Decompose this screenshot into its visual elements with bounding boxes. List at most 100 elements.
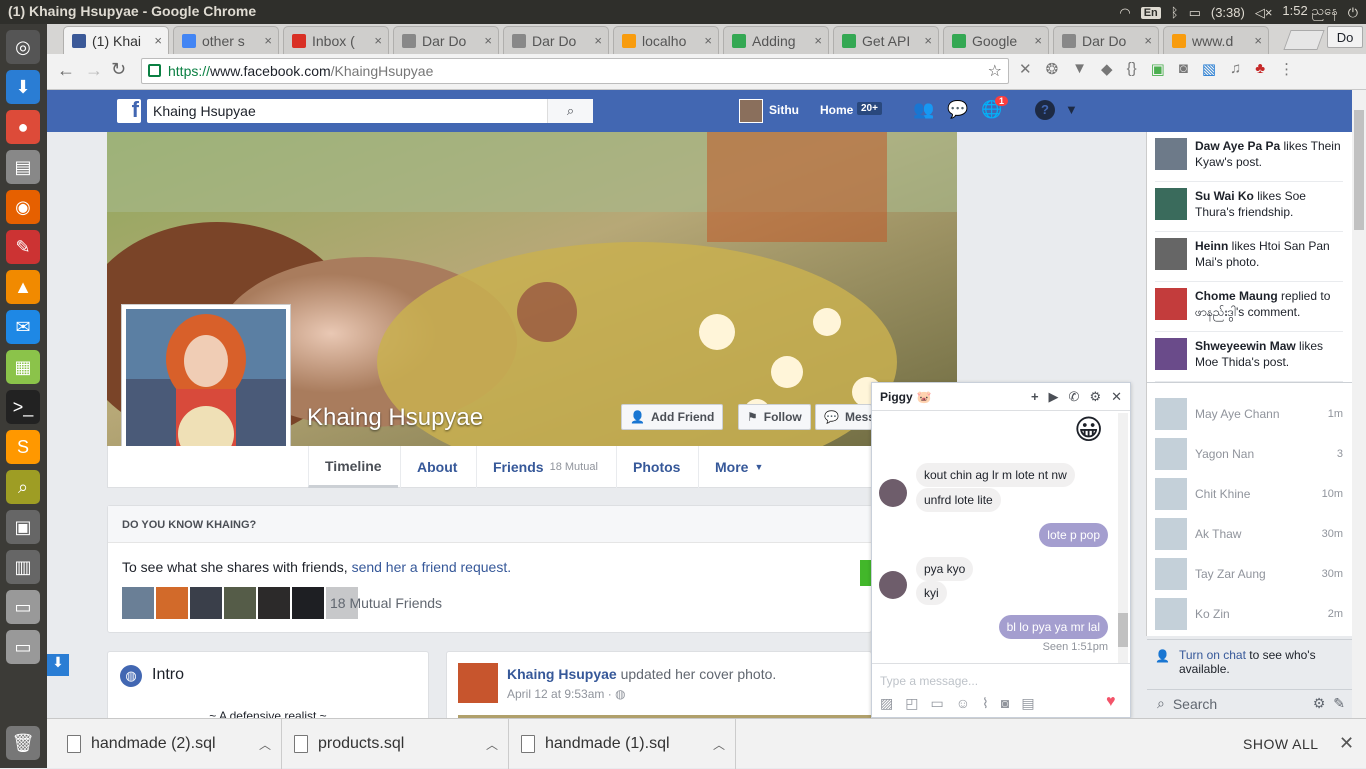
- chat-message[interactable]: bl lo pya ya mr lal: [998, 615, 1108, 639]
- ticker-item[interactable]: Daw Aye Pa Pa likes Thein Kyaw's post.: [1155, 132, 1343, 182]
- extension-json-icon[interactable]: {}: [1127, 60, 1137, 78]
- ticker-name[interactable]: Heinn: [1195, 239, 1228, 253]
- avatar[interactable]: [1155, 338, 1187, 370]
- like-heart-icon[interactable]: ♥: [1106, 693, 1116, 711]
- extension-blue-icon[interactable]: ▧: [1202, 60, 1216, 78]
- nav-user-name[interactable]: Sithu: [769, 103, 799, 117]
- search-tool-icon[interactable]: ⌕: [6, 470, 40, 504]
- chat-user[interactable]: May Aye Chann 1m: [1155, 395, 1343, 433]
- chat-message[interactable]: kyi: [916, 581, 947, 605]
- close-icon[interactable]: ×: [704, 33, 712, 48]
- download-arrow-icon[interactable]: ⬇: [47, 654, 69, 676]
- extension-swirl-icon[interactable]: ❂: [1046, 60, 1059, 78]
- chevron-up-icon[interactable]: ︿: [713, 736, 725, 753]
- bookmark-star-icon[interactable]: ☆: [988, 61, 1002, 81]
- archive-icon[interactable]: ▣: [6, 510, 40, 544]
- turn-on-chat-link[interactable]: Turn on chat: [1179, 648, 1246, 662]
- clipboard-icon[interactable]: ▤: [1021, 695, 1034, 712]
- trash-icon[interactable]: 🗑: [6, 726, 40, 760]
- chat-message[interactable]: unfrd lote lite: [916, 488, 1001, 512]
- chat-message[interactable]: kout chin ag lr m lote nt nw: [916, 463, 1075, 487]
- sublime-icon[interactable]: S: [6, 430, 40, 464]
- add-friend-button[interactable]: 👤 Add Friend: [621, 404, 724, 430]
- avatar[interactable]: [122, 587, 154, 619]
- ticker-name[interactable]: Su Wai Ko: [1195, 189, 1254, 203]
- close-icon[interactable]: ×: [1034, 33, 1042, 48]
- close-icon[interactable]: ×: [814, 33, 822, 48]
- ticker-item[interactable]: Su Wai Ko likes Soe Thura's friendship.: [1155, 182, 1343, 232]
- browser-tab[interactable]: other s ×: [173, 26, 279, 54]
- back-icon[interactable]: ←: [57, 60, 75, 81]
- browser-tab[interactable]: Get API ×: [833, 26, 939, 54]
- ticker-name[interactable]: Chome Maung: [1195, 289, 1278, 303]
- tab-timeline[interactable]: Timeline: [308, 446, 398, 488]
- extension-camera-icon[interactable]: ◙: [1179, 60, 1188, 78]
- message-button[interactable]: 💬 Mess: [815, 404, 872, 430]
- ticker-item[interactable]: Heinn likes Htoi San Pan Mai's photo.: [1155, 232, 1343, 282]
- avatar[interactable]: [156, 587, 188, 619]
- extension-x-icon[interactable]: ✕: [1019, 60, 1032, 78]
- ticker-name[interactable]: Daw Aye Pa Pa: [1195, 139, 1280, 153]
- download-item[interactable]: handmade (1).sql ︿: [521, 719, 736, 769]
- camera-icon[interactable]: ◙: [1001, 695, 1009, 712]
- avatar[interactable]: [458, 663, 498, 703]
- help-icon[interactable]: ?: [1035, 100, 1055, 120]
- chrome-icon[interactable]: ●: [6, 110, 40, 144]
- browser-tab[interactable]: (1) Khai ×: [63, 26, 169, 54]
- chat-search-input[interactable]: ⌕ Search ⚙ ✎: [1147, 689, 1353, 717]
- extension-mic-icon[interactable]: ♫: [1230, 60, 1241, 78]
- chat-user[interactable]: Ko Zin 2m: [1155, 595, 1343, 633]
- extension-layers-icon[interactable]: ◆: [1101, 60, 1113, 78]
- avatar[interactable]: [258, 587, 290, 619]
- vlc-icon[interactable]: ▲: [6, 270, 40, 304]
- dash-icon[interactable]: ◎: [6, 30, 40, 64]
- download-item[interactable]: products.sql ︿: [294, 719, 509, 769]
- profile-button[interactable]: Do: [1327, 26, 1363, 48]
- drive-icon[interactable]: ▭: [6, 590, 40, 624]
- avatar[interactable]: [190, 587, 222, 619]
- photo-icon[interactable]: ▨: [880, 695, 893, 712]
- wifi-icon[interactable]: ◠: [1119, 5, 1130, 21]
- chevron-up-icon[interactable]: ︿: [486, 736, 498, 753]
- workspace-icon[interactable]: ▥: [6, 550, 40, 584]
- avatar[interactable]: [879, 571, 907, 599]
- close-icon[interactable]: ✕: [1339, 733, 1354, 754]
- gif-icon[interactable]: ▭: [930, 695, 943, 712]
- chat-scrollbar[interactable]: [1118, 413, 1128, 663]
- messenger-icon[interactable]: ✉: [6, 310, 40, 344]
- chat-title[interactable]: Piggy: [880, 390, 913, 404]
- avatar[interactable]: [739, 99, 763, 123]
- new-tab-button[interactable]: [1283, 30, 1325, 50]
- extension-green-icon[interactable]: ▣: [1151, 60, 1165, 78]
- chat-user[interactable]: Tay Zar Aung 30m: [1155, 555, 1343, 593]
- tab-more[interactable]: More ▼: [698, 446, 779, 488]
- monitor-icon[interactable]: ▦: [6, 350, 40, 384]
- avatar[interactable]: [224, 587, 256, 619]
- close-icon[interactable]: ×: [154, 33, 162, 48]
- reload-icon[interactable]: ↻: [111, 59, 126, 80]
- sticker-icon[interactable]: ◰: [905, 695, 918, 712]
- settings-icon[interactable]: ✎: [6, 230, 40, 264]
- gear-icon[interactable]: ⚙: [1313, 695, 1326, 712]
- close-icon[interactable]: ×: [594, 33, 602, 48]
- phone-icon[interactable]: ✆: [1069, 389, 1080, 405]
- chat-user[interactable]: Yagon Nan 3: [1155, 435, 1343, 473]
- close-icon[interactable]: ×: [264, 33, 272, 48]
- post-time[interactable]: April 12 at 9:53am · ◍: [507, 687, 626, 701]
- keyboard-indicator[interactable]: En: [1140, 6, 1161, 19]
- downloads-icon[interactable]: ⬇: [6, 70, 40, 104]
- nav-home[interactable]: Home: [820, 103, 853, 117]
- power-icon[interactable]: ⏻: [1348, 5, 1358, 21]
- mutual-friends-count[interactable]: 18 Mutual Friends: [330, 595, 442, 611]
- ticker-item[interactable]: Chome Maung replied to ဖာနည်းဒွါ's comme…: [1155, 282, 1343, 332]
- chat-message[interactable]: lote p pop: [1039, 523, 1108, 547]
- download-item[interactable]: handmade (2).sql ︿: [67, 719, 282, 769]
- avatar[interactable]: [1155, 138, 1187, 170]
- forward-icon[interactable]: →: [85, 60, 103, 81]
- chevron-up-icon[interactable]: ︿: [259, 736, 271, 753]
- video-call-icon[interactable]: ▶: [1049, 389, 1059, 405]
- files-icon[interactable]: ▤: [6, 150, 40, 184]
- scroll-thumb[interactable]: [1354, 110, 1364, 230]
- volume-icon[interactable]: ◁×: [1255, 5, 1273, 21]
- extension-v-icon[interactable]: ▼: [1072, 60, 1087, 78]
